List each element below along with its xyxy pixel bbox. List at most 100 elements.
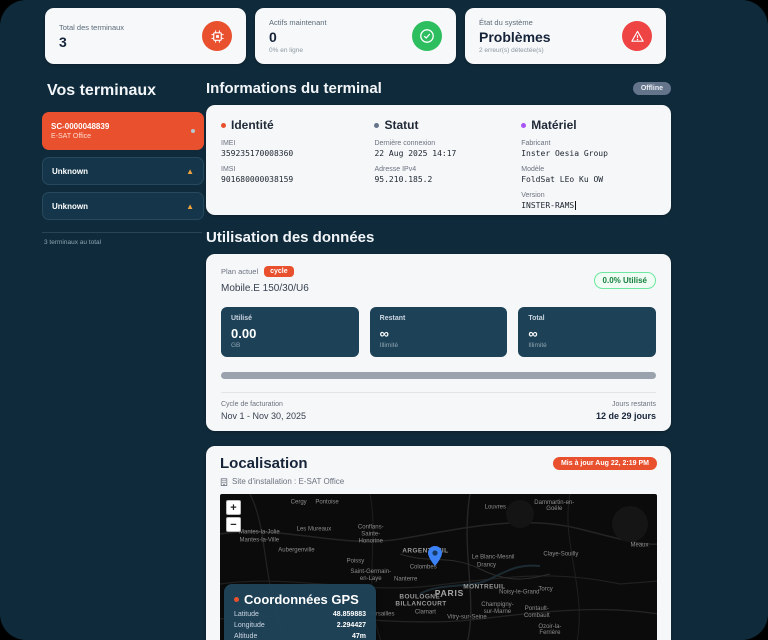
location-section: Localisation Mis à jour Aug 22, 2:19 PM … xyxy=(206,446,671,640)
info-column-title: Statut xyxy=(374,118,509,132)
terminal-id: SC-0000048839 xyxy=(51,122,109,131)
chip-icon xyxy=(202,21,232,51)
usage-metric-unit: Illimité xyxy=(528,342,646,349)
gps-panel-title: Coordonnées GPS xyxy=(244,592,359,607)
field-label: Fabricant xyxy=(521,140,656,147)
warning-icon xyxy=(622,21,652,51)
cycle-badge: cycle xyxy=(264,266,294,277)
building-icon xyxy=(220,478,228,486)
bullet-dot-icon xyxy=(521,123,526,128)
stat-sub: 2 erreur(s) détectée(s) xyxy=(479,47,551,54)
info-field: IMSI 901680000038159 xyxy=(221,166,362,184)
stat-sub: 0% en ligne xyxy=(269,47,327,54)
info-field: IMEI 359235170008360 xyxy=(221,140,362,158)
status-badge: Offline xyxy=(633,82,671,95)
gps-value: 2.294427 xyxy=(337,622,366,629)
data-usage-section: Utilisation des données Plan actuel cycl… xyxy=(206,229,671,431)
terminal-site: E-SAT Office xyxy=(51,133,109,140)
terminal-item-selected[interactable]: SC-0000048839 E-SAT Office xyxy=(42,112,204,150)
stat-value: Problèmes xyxy=(479,29,551,45)
plan-label: Plan actuel xyxy=(221,267,258,276)
info-column: Matériel Fabricant Inster Oesia Group Mo… xyxy=(521,118,656,210)
map[interactable]: + − CergyPontoiseLouvresDammartin-en- Go… xyxy=(220,494,657,640)
stats-row: Total des terminaux 3 Actifs maintenant … xyxy=(0,0,768,64)
updated-badge: Mis à jour Aug 22, 2:19 PM xyxy=(553,457,657,470)
terminal-item[interactable]: Unknown ▲ xyxy=(42,192,204,220)
info-section-title: Informations du terminal xyxy=(206,80,382,97)
map-pin-icon xyxy=(428,546,442,571)
terminal-id: Unknown xyxy=(52,202,88,211)
field-value: 22 Aug 2025 14:17 xyxy=(374,149,509,158)
warning-triangle-icon: ▲ xyxy=(186,202,194,211)
terminal-info-section: Informations du terminal Offline Identit… xyxy=(206,80,671,215)
plan-name: Mobile.E 150/30/U6 xyxy=(221,283,309,294)
gps-dot-icon xyxy=(234,597,239,602)
field-value: 95.210.185.2 xyxy=(374,175,509,184)
gps-row: Longitude 2.294427 xyxy=(234,622,366,629)
bullet-dot-icon xyxy=(221,123,226,128)
info-field: Modèle FoldSat LEo Ku OW xyxy=(521,166,656,184)
usage-metric-value: ∞ xyxy=(528,326,646,341)
main-content: Informations du terminal Offline Identit… xyxy=(206,80,671,640)
zoom-out-button[interactable]: − xyxy=(226,517,241,532)
stat-label: État du système xyxy=(479,18,551,27)
field-label: Version xyxy=(521,192,656,199)
field-label: Adresse IPv4 xyxy=(374,166,509,173)
data-usage-card: Plan actuel cycle Mobile.E 150/30/U6 0.0… xyxy=(206,254,671,431)
status-dot-icon xyxy=(191,129,195,133)
gps-value: 47m xyxy=(352,633,366,640)
info-field: Dernière connexion 22 Aug 2025 14:17 xyxy=(374,140,509,158)
installation-site: Site d'installation : E-SAT Office xyxy=(232,477,344,486)
location-title: Localisation xyxy=(220,455,308,472)
text-cursor xyxy=(575,201,576,210)
usage-section-title: Utilisation des données xyxy=(206,229,671,246)
map-zoom-controls: + − xyxy=(226,500,241,534)
stat-label: Total des terminaux xyxy=(59,23,124,32)
field-label: IMEI xyxy=(221,140,362,147)
app-viewport: Total des terminaux 3 Actifs maintenant … xyxy=(0,0,768,640)
usage-metric-card: Total ∞ Illimité xyxy=(518,307,656,357)
terminal-id: Unknown xyxy=(52,167,88,176)
terminal-list: SC-0000048839 E-SAT Office Unknown ▲ Unk… xyxy=(40,112,204,220)
zoom-in-button[interactable]: + xyxy=(226,500,241,515)
field-value: FoldSat LEo Ku OW xyxy=(521,175,656,184)
gps-row: Altitude 47m xyxy=(234,633,366,640)
info-field: Version INSTER-RAMS xyxy=(521,192,656,210)
days-remaining-value: 12 de 29 jours xyxy=(596,411,656,421)
warning-triangle-icon: ▲ xyxy=(186,167,194,176)
gps-value: 48.859883 xyxy=(333,611,366,618)
usage-metric-unit: GB xyxy=(231,342,349,349)
usage-percent-badge: 0.0% Utilisé xyxy=(594,272,656,289)
usage-metric-value: ∞ xyxy=(380,326,498,341)
info-column-title: Identité xyxy=(221,118,362,132)
stat-card: État du système Problèmes 2 erreur(s) dé… xyxy=(465,8,666,64)
usage-metric-label: Utilisé xyxy=(231,315,349,322)
info-field: Adresse IPv4 95.210.185.2 xyxy=(374,166,509,184)
terminals-sidebar: Vos terminaux SC-0000048839 E-SAT Office… xyxy=(40,80,204,640)
field-value: Inster Oesia Group xyxy=(521,149,656,158)
billing-cycle-label: Cycle de facturation xyxy=(221,401,306,408)
stat-label: Actifs maintenant xyxy=(269,18,327,27)
gps-label: Altitude xyxy=(234,633,257,640)
stat-card: Total des terminaux 3 xyxy=(45,8,246,64)
gps-label: Longitude xyxy=(234,622,265,629)
field-value: 901680000038159 xyxy=(221,175,362,184)
usage-metric-value: 0.00 xyxy=(231,326,349,341)
usage-metric-unit: Illimité xyxy=(380,342,498,349)
info-column-title: Matériel xyxy=(521,118,656,132)
terminal-item[interactable]: Unknown ▲ xyxy=(42,157,204,185)
gps-coordinates-panel: Coordonnées GPS Latitude 48.859883 Longi… xyxy=(224,584,376,640)
info-field: Fabricant Inster Oesia Group xyxy=(521,140,656,158)
terminal-count: 3 terminaux au total xyxy=(44,239,204,246)
field-label: Dernière connexion xyxy=(374,140,509,147)
usage-metric-label: Total xyxy=(528,315,646,322)
field-label: Modèle xyxy=(521,166,656,173)
info-column: Identité IMEI 359235170008360 IMSI 90168… xyxy=(221,118,362,210)
billing-cycle-value: Nov 1 - Nov 30, 2025 xyxy=(221,411,306,421)
field-value: INSTER-RAMS xyxy=(521,201,656,210)
usage-metric-card: Utilisé 0.00 GB xyxy=(221,307,359,357)
bullet-dot-icon xyxy=(374,123,379,128)
terminal-info-card: Identité IMEI 359235170008360 IMSI 90168… xyxy=(206,105,671,215)
location-card: Localisation Mis à jour Aug 22, 2:19 PM … xyxy=(206,446,671,640)
stat-value: 3 xyxy=(59,34,124,50)
